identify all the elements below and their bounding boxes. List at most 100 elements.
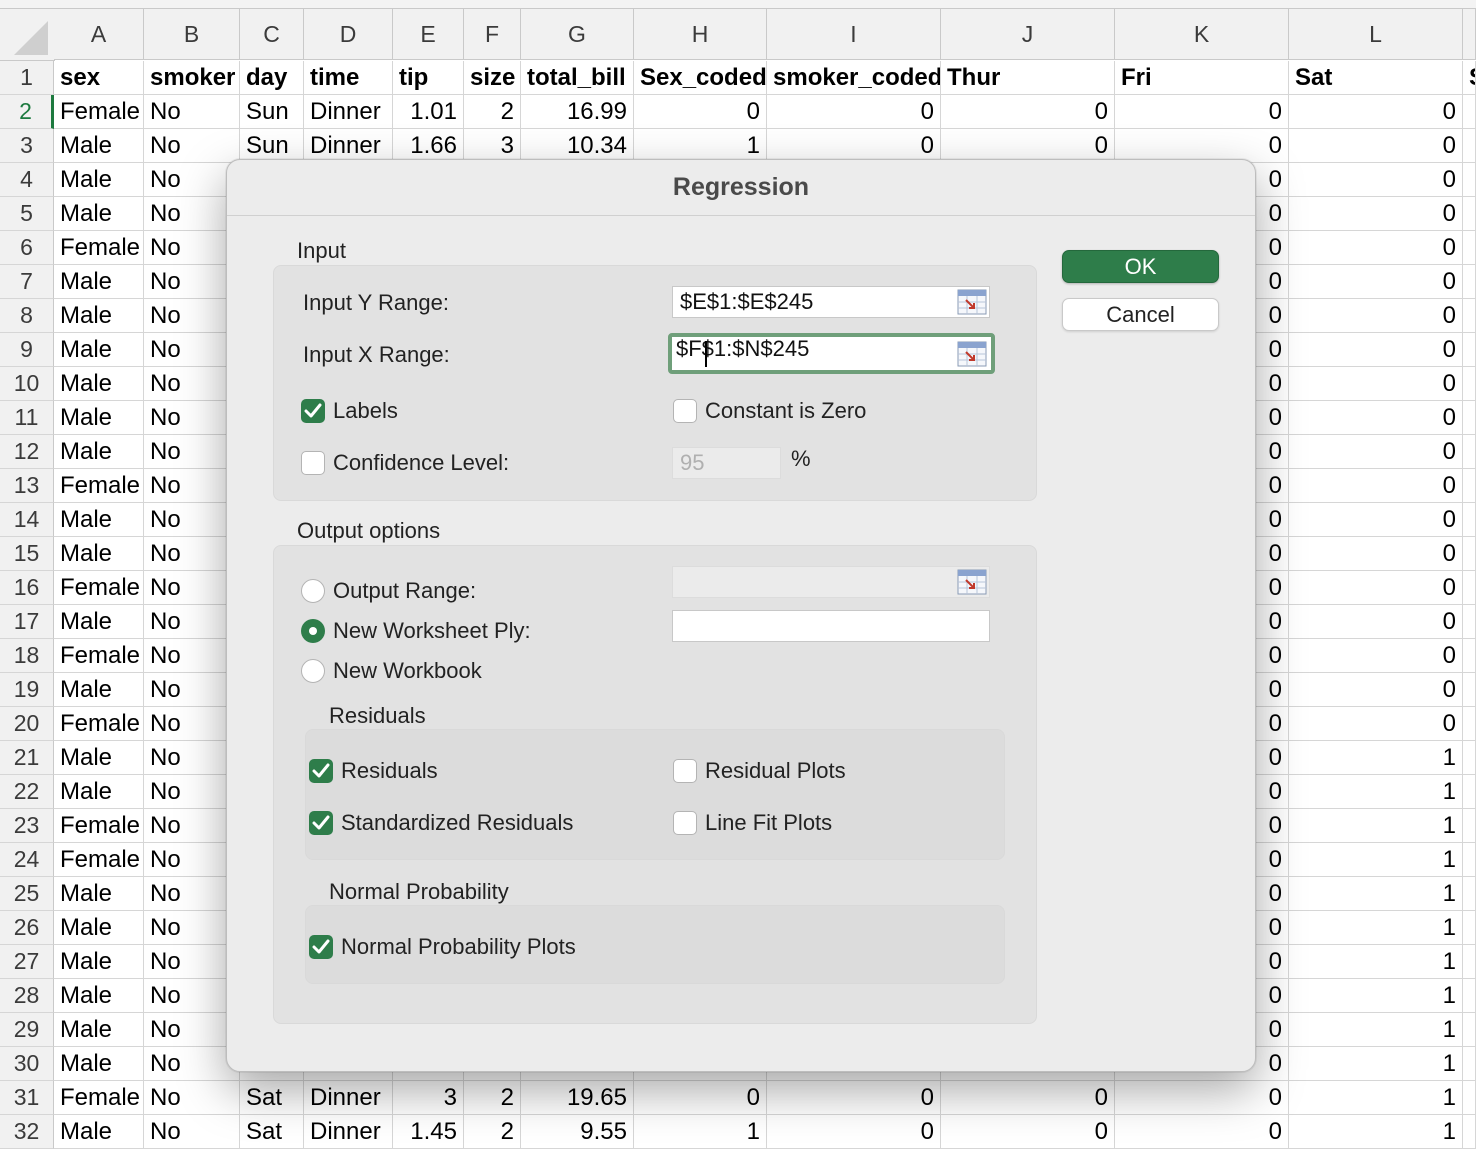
cell[interactable]: 9.55 <box>521 1115 634 1149</box>
cell[interactable]: 0 <box>1115 129 1289 163</box>
cell[interactable]: Female <box>54 1081 144 1115</box>
header-cell[interactable]: size <box>464 61 521 95</box>
header-cell[interactable]: smoker <box>144 61 240 95</box>
cell[interactable]: 0 <box>1289 537 1463 571</box>
cell[interactable] <box>1463 945 1476 979</box>
column-header-m[interactable] <box>1463 9 1476 60</box>
cell[interactable]: 0 <box>1289 503 1463 537</box>
cell[interactable]: Male <box>54 979 144 1013</box>
row-header[interactable]: 32 <box>0 1115 54 1149</box>
cell[interactable]: Male <box>54 435 144 469</box>
row-header[interactable]: 16 <box>0 571 54 605</box>
confidence-level-field[interactable]: 95 <box>672 447 781 479</box>
cell[interactable]: Male <box>54 877 144 911</box>
cell[interactable] <box>1463 367 1476 401</box>
column-header-k[interactable]: K <box>1115 9 1289 60</box>
cell[interactable]: 0 <box>1289 231 1463 265</box>
column-header-f[interactable]: F <box>464 9 521 60</box>
cell[interactable]: 0 <box>1115 1115 1289 1149</box>
header-cell[interactable]: total_bill <box>521 61 634 95</box>
row-header[interactable]: 6 <box>0 231 54 265</box>
cell[interactable]: No <box>144 1115 240 1149</box>
cell[interactable]: 0 <box>1289 707 1463 741</box>
column-header-b[interactable]: B <box>144 9 240 60</box>
column-header-l[interactable]: L <box>1289 9 1463 60</box>
cell[interactable]: 0 <box>634 1081 767 1115</box>
cell[interactable] <box>1463 129 1476 163</box>
header-cell[interactable]: sex <box>54 61 144 95</box>
header-cell[interactable]: Thur <box>941 61 1115 95</box>
cell[interactable]: Female <box>54 809 144 843</box>
cell[interactable]: 0 <box>1289 95 1463 129</box>
cell[interactable]: 1 <box>1289 979 1463 1013</box>
normal-probability-plots-checkbox[interactable] <box>309 935 333 959</box>
cell[interactable]: No <box>144 129 240 163</box>
cell[interactable]: 1 <box>1289 877 1463 911</box>
header-cell[interactable]: Sex_coded <box>634 61 767 95</box>
cell[interactable] <box>1463 401 1476 435</box>
cell[interactable]: Male <box>54 299 144 333</box>
cell[interactable]: Dinner <box>304 1115 393 1149</box>
row-header[interactable]: 5 <box>0 197 54 231</box>
row-header[interactable]: 10 <box>0 367 54 401</box>
line-fit-plots-checkbox[interactable] <box>673 811 697 835</box>
labels-checkbox[interactable] <box>301 399 325 423</box>
cell[interactable] <box>1463 1047 1476 1081</box>
row-header[interactable]: 22 <box>0 775 54 809</box>
cell[interactable]: 0 <box>1115 1081 1289 1115</box>
row-header[interactable]: 8 <box>0 299 54 333</box>
cell[interactable]: 0 <box>767 1115 941 1149</box>
cell[interactable]: Sat <box>240 1081 304 1115</box>
cell[interactable]: 0 <box>941 95 1115 129</box>
cell[interactable] <box>1463 877 1476 911</box>
row-header[interactable]: 18 <box>0 639 54 673</box>
row-header[interactable]: 23 <box>0 809 54 843</box>
cell[interactable]: 1 <box>634 1115 767 1149</box>
cell[interactable]: Dinner <box>304 95 393 129</box>
cell[interactable] <box>1463 979 1476 1013</box>
header-cell[interactable]: S <box>1463 61 1476 95</box>
cell[interactable]: 0 <box>767 1081 941 1115</box>
cell[interactable]: Male <box>54 605 144 639</box>
column-header-c[interactable]: C <box>240 9 304 60</box>
row-header[interactable]: 12 <box>0 435 54 469</box>
new-workbook-radio[interactable] <box>301 659 325 683</box>
cell[interactable] <box>1463 741 1476 775</box>
cell[interactable]: 1 <box>1289 1013 1463 1047</box>
cell[interactable]: 1 <box>1289 1115 1463 1149</box>
range-picker-icon[interactable] <box>957 289 987 315</box>
row-header[interactable]: 27 <box>0 945 54 979</box>
row-header[interactable]: 14 <box>0 503 54 537</box>
header-cell[interactable]: day <box>240 61 304 95</box>
row-header[interactable]: 4 <box>0 163 54 197</box>
cell[interactable] <box>1463 537 1476 571</box>
cell[interactable] <box>1463 605 1476 639</box>
cell[interactable]: Male <box>54 741 144 775</box>
cell[interactable]: Sat <box>240 1115 304 1149</box>
cell[interactable]: Sun <box>240 95 304 129</box>
cell[interactable]: 19.65 <box>521 1081 634 1115</box>
cell[interactable]: Female <box>54 843 144 877</box>
row-header[interactable]: 21 <box>0 741 54 775</box>
cell[interactable] <box>1463 435 1476 469</box>
cell[interactable] <box>1463 673 1476 707</box>
range-picker-icon[interactable] <box>957 341 987 367</box>
cell[interactable]: 0 <box>1289 265 1463 299</box>
cancel-button[interactable]: Cancel <box>1062 298 1219 331</box>
cell[interactable]: 10.34 <box>521 129 634 163</box>
cell[interactable]: 1 <box>1289 945 1463 979</box>
cell[interactable]: 0 <box>1289 401 1463 435</box>
cell[interactable]: 1 <box>1289 1047 1463 1081</box>
output-range-field[interactable] <box>672 566 990 598</box>
column-header-h[interactable]: H <box>634 9 767 60</box>
cell[interactable]: 0 <box>941 1081 1115 1115</box>
header-cell[interactable]: tip <box>393 61 464 95</box>
cell[interactable]: 0 <box>767 129 941 163</box>
cell[interactable]: 0 <box>1289 571 1463 605</box>
cell[interactable]: 0 <box>1289 299 1463 333</box>
cell[interactable]: 0 <box>1289 163 1463 197</box>
cell[interactable]: Male <box>54 537 144 571</box>
cell[interactable] <box>1463 911 1476 945</box>
cell[interactable] <box>1463 843 1476 877</box>
cell[interactable]: Female <box>54 639 144 673</box>
